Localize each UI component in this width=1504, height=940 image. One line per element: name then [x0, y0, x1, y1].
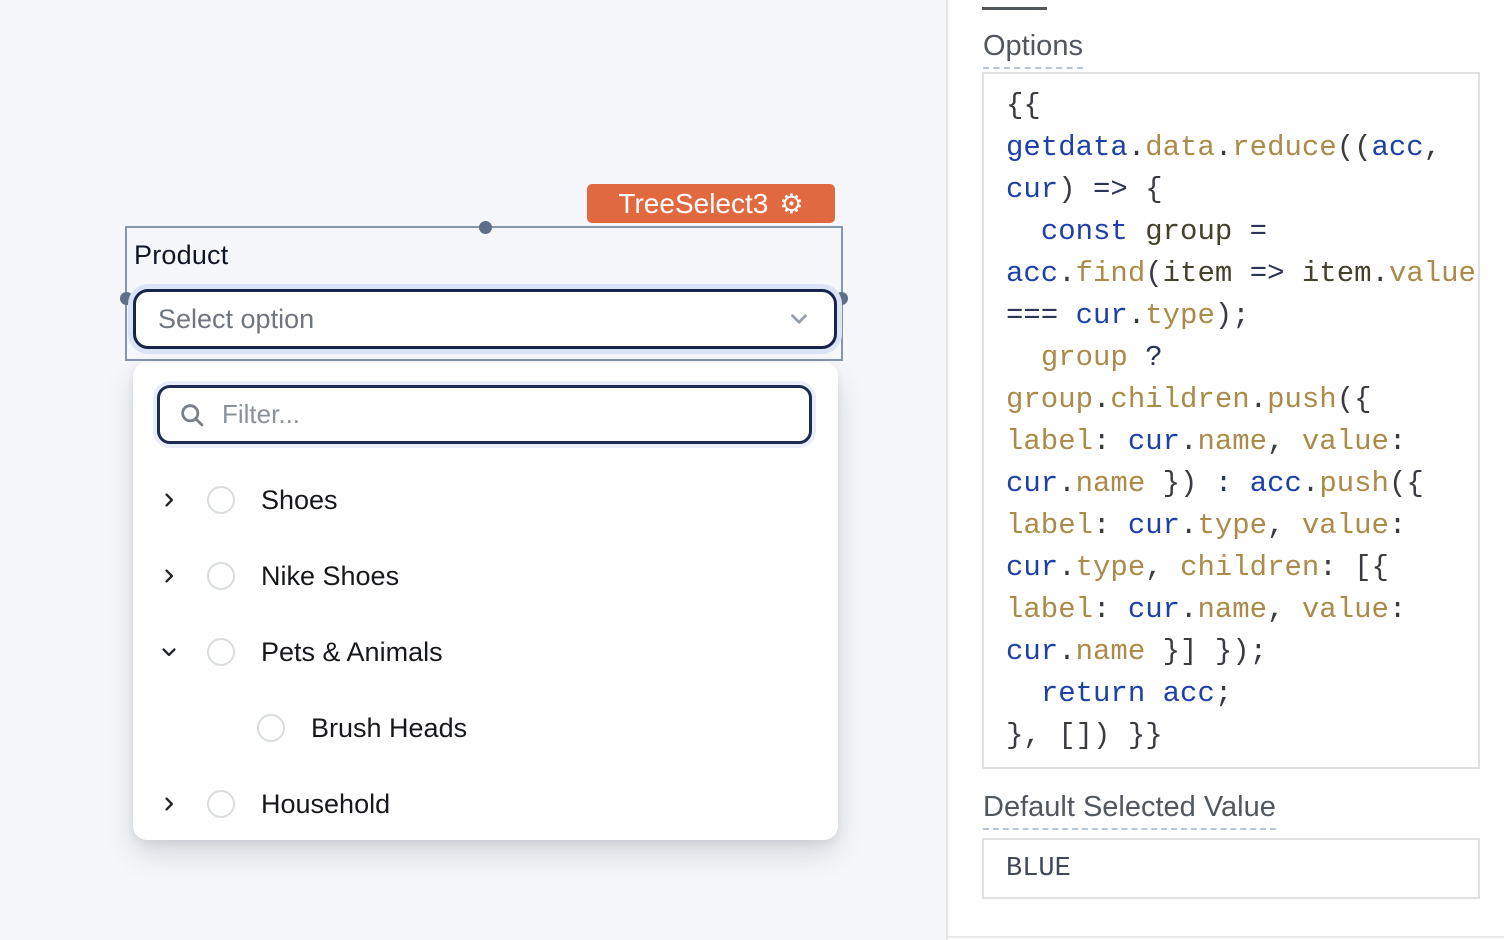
filter-box[interactable] — [157, 385, 812, 444]
default-selected-value-label: Default Selected Value — [983, 791, 1276, 824]
radio-unselected[interactable] — [207, 638, 235, 666]
default-selected-value-input[interactable]: BLUE — [982, 838, 1480, 899]
code-line: }, []) }} — [1006, 715, 1478, 757]
radio-unselected[interactable] — [257, 714, 285, 742]
options-property-label: Options — [983, 30, 1083, 63]
tree-item-label: Nike Shoes — [261, 561, 399, 592]
options-code-editor[interactable]: {{getdata.data.reduce((acc,cur) => { con… — [982, 72, 1480, 769]
widget-name-label: TreeSelect3 — [618, 188, 768, 220]
chevron-right-icon[interactable] — [157, 566, 181, 586]
tree-item-label: Household — [261, 789, 390, 820]
tree-item[interactable]: Shoes — [133, 462, 838, 538]
treeselect-label: Product — [134, 240, 228, 271]
code-line: label: cur.name, value: — [1006, 589, 1478, 631]
tree-item-label: Brush Heads — [311, 713, 467, 744]
section-title-data: Data — [982, 0, 1047, 7]
chevron-right-icon[interactable] — [157, 490, 181, 510]
code-line: cur.name }) : acc.push({ — [1006, 463, 1478, 505]
filter-input[interactable] — [222, 399, 791, 430]
code-line: label: cur.name, value: — [1006, 421, 1478, 463]
chevron-down-icon[interactable] — [157, 642, 181, 662]
treeselect-placeholder: Select option — [158, 304, 786, 335]
code-line: getdata.data.reduce((acc, — [1006, 127, 1478, 169]
tree-item[interactable]: Household — [133, 766, 838, 842]
app-root: TreeSelect3 ⚙ Product Select option — [0, 0, 1504, 940]
chevron-right-icon[interactable] — [157, 794, 181, 814]
radio-unselected[interactable] — [207, 562, 235, 590]
panel-divider — [948, 936, 1504, 938]
search-icon — [178, 401, 206, 429]
treeselect-input[interactable]: Select option — [133, 289, 837, 349]
tree-item-label: Shoes — [261, 485, 338, 516]
treeselect-dropdown: Shoes Nike Shoes Pets & Animals Brush Heads… — [133, 362, 838, 840]
code-line: const group = — [1006, 211, 1478, 253]
resize-handle-left[interactable] — [120, 292, 133, 305]
code-line: group ? — [1006, 337, 1478, 379]
code-line: acc.find(item => item.value — [1006, 253, 1478, 295]
code-line: {{ — [1006, 85, 1478, 127]
code-line: cur) => { — [1006, 169, 1478, 211]
tree-item[interactable]: Brush Heads — [133, 690, 838, 766]
tree-item-label: Pets & Animals — [261, 637, 443, 668]
code-line: cur.name }] }); — [1006, 631, 1478, 673]
tree-list: Shoes Nike Shoes Pets & Animals Brush Heads… — [133, 462, 838, 842]
chevron-down-icon[interactable] — [786, 306, 812, 332]
radio-unselected[interactable] — [207, 790, 235, 818]
radio-unselected[interactable] — [207, 486, 235, 514]
code-line: return acc; — [1006, 673, 1478, 715]
property-panel: Data Options {{getdata.data.reduce((acc,… — [946, 0, 1504, 940]
canvas: TreeSelect3 ⚙ Product Select option — [0, 0, 946, 940]
gear-icon[interactable]: ⚙ — [779, 191, 803, 218]
tree-item[interactable]: Nike Shoes — [133, 538, 838, 614]
code-line: label: cur.type, value: — [1006, 505, 1478, 547]
code-line: cur.type, children: [{ — [1006, 547, 1478, 589]
code-line: === cur.type); — [1006, 295, 1478, 337]
resize-handle-top[interactable] — [479, 221, 492, 234]
code-line: group.children.push({ — [1006, 379, 1478, 421]
widget-name-tag[interactable]: TreeSelect3 ⚙ — [587, 184, 835, 223]
tree-item[interactable]: Pets & Animals — [133, 614, 838, 690]
